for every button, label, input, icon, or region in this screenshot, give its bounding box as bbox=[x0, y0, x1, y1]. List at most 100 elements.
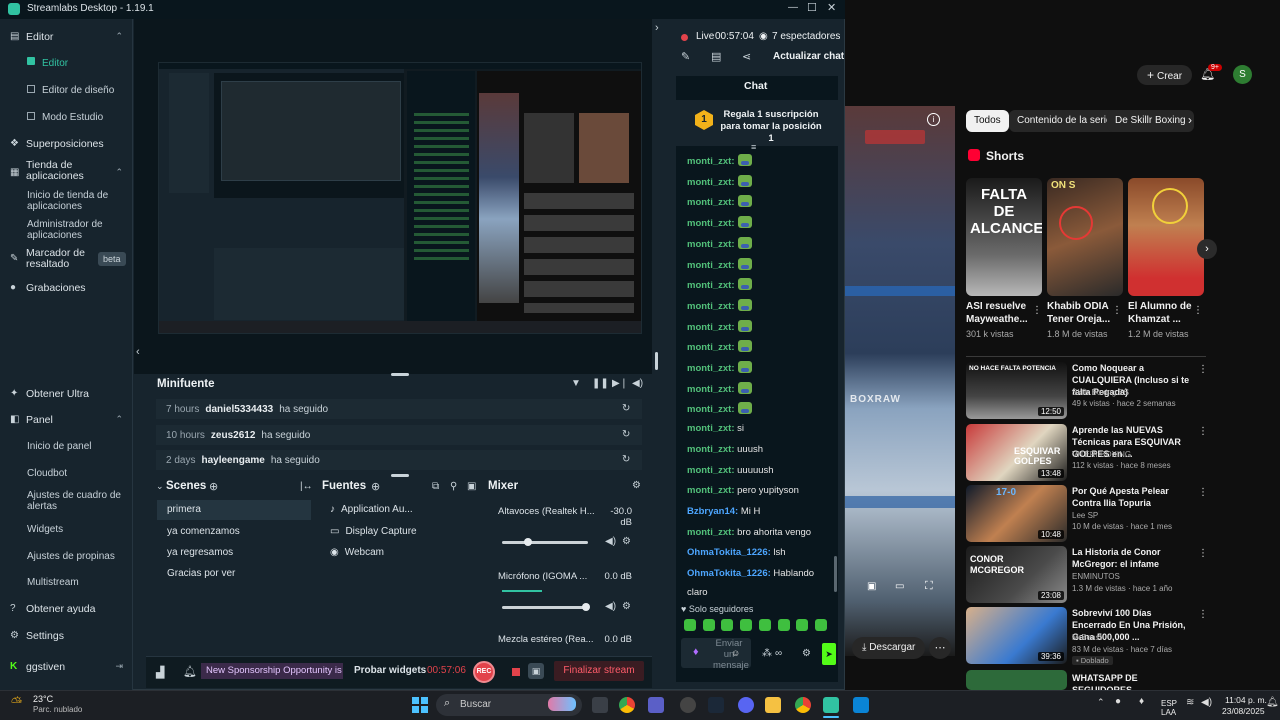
performance-icon[interactable]: ▟ bbox=[156, 666, 164, 679]
chip-series[interactable]: Contenido de la serie bbox=[1009, 110, 1120, 132]
discord-icon[interactable] bbox=[738, 697, 754, 713]
replay-icon[interactable]: ↻ bbox=[622, 403, 630, 414]
nav-app-manager[interactable]: Administrador de aplicaciones bbox=[27, 219, 131, 241]
chat-username[interactable]: monti_zxt: bbox=[687, 260, 735, 271]
end-stream-button[interactable]: Finalizar stream bbox=[554, 661, 644, 681]
share-icon[interactable]: ⋖ bbox=[742, 50, 751, 63]
short-title[interactable]: ASI resuelve Mayweathe... bbox=[966, 300, 1042, 326]
replay-icon[interactable]: ↻ bbox=[622, 429, 630, 440]
task-view-icon[interactable] bbox=[592, 697, 608, 713]
tray-overflow-icon[interactable]: ⌃ bbox=[1097, 697, 1105, 708]
video-more-icon[interactable]: ⋮ bbox=[1198, 426, 1208, 437]
chat-scrollbar[interactable] bbox=[834, 556, 837, 592]
video-thumbnail[interactable]: NO HACE FALTA POTENCIA 12:50 bbox=[966, 362, 1067, 419]
emote-icon[interactable] bbox=[777, 619, 790, 631]
streamlabs-taskbar-icon[interactable] bbox=[823, 697, 839, 713]
filter-icon[interactable]: ▼ bbox=[571, 378, 581, 389]
chat-username[interactable]: monti_zxt: bbox=[687, 485, 735, 496]
speaker-icon[interactable]: ◀︎) bbox=[605, 601, 616, 612]
stop-icon[interactable] bbox=[512, 668, 520, 676]
chat-username[interactable]: monti_zxt: bbox=[687, 239, 735, 250]
obs-icon[interactable] bbox=[680, 697, 696, 713]
language-primary[interactable]: ESP bbox=[1161, 699, 1177, 708]
skip-icon[interactable]: ▶❘ bbox=[612, 378, 628, 389]
theater-mode-icon[interactable]: ▭ bbox=[895, 581, 904, 592]
emote-icon[interactable] bbox=[721, 619, 734, 631]
speaker-icon[interactable]: ◀︎) bbox=[605, 536, 616, 547]
speaker-tray-icon[interactable]: ◀︎) bbox=[1201, 697, 1212, 708]
language-secondary[interactable]: LAA bbox=[1161, 708, 1176, 717]
chip-channel[interactable]: De Skillr Boxing bbox=[1107, 110, 1194, 132]
add-source-icon[interactable]: ⊕ bbox=[371, 480, 380, 493]
chat-username[interactable]: monti_zxt: bbox=[687, 384, 735, 395]
chip-all[interactable]: Todos bbox=[966, 110, 1009, 132]
video-more-icon[interactable]: ⋮ bbox=[1198, 609, 1208, 620]
gear-icon[interactable]: ⚙ bbox=[622, 601, 631, 612]
drag-handle[interactable] bbox=[391, 474, 409, 477]
weather-icon[interactable]: ⛅︎ bbox=[11, 694, 22, 711]
chevron-down-icon[interactable]: ⌄ bbox=[156, 481, 164, 492]
scene-item[interactable]: primera bbox=[157, 500, 311, 520]
source-group-icon[interactable]: ⧉ bbox=[432, 481, 439, 492]
volume-slider[interactable] bbox=[502, 603, 590, 611]
sponsorship-ticker[interactable]: New Sponsorship Opportunity is l bbox=[201, 663, 343, 679]
chat-username[interactable]: Bzbryan14: bbox=[687, 506, 738, 517]
gear-icon[interactable]: ⚙ bbox=[802, 648, 811, 659]
close-icon[interactable]: ✕ bbox=[827, 1, 836, 14]
video-channel[interactable]: Lee SP bbox=[1072, 511, 1098, 520]
chevron-left-icon[interactable]: ‹ bbox=[136, 346, 140, 358]
edit-stream-icon[interactable]: ✎ bbox=[681, 50, 690, 63]
scene-transitions-icon[interactable]: |↔ bbox=[300, 481, 313, 492]
chat-username[interactable]: monti_zxt: bbox=[687, 444, 735, 455]
resize-handle[interactable] bbox=[655, 352, 658, 370]
microphone-tray-icon[interactable]: ♦ bbox=[1139, 696, 1144, 707]
volume-icon[interactable]: ◀︎) bbox=[632, 378, 643, 389]
chat-username[interactable]: OhmaTokita_1226: bbox=[687, 568, 771, 579]
wifi-icon[interactable]: ≋ bbox=[1186, 697, 1194, 708]
short-more-icon[interactable]: ⋮ bbox=[1032, 305, 1042, 316]
file-explorer-icon[interactable] bbox=[765, 697, 781, 713]
nav-panel-home[interactable]: Inicio de panel bbox=[27, 441, 131, 452]
chat-username[interactable]: monti_zxt: bbox=[687, 301, 735, 312]
test-widgets-button[interactable]: Probar widgets bbox=[354, 665, 426, 676]
video-thumbnail[interactable]: ESQUIVAR GOLPES 13:48 bbox=[966, 424, 1067, 481]
video-channel[interactable]: Skillr Boxing ES bbox=[1072, 388, 1129, 397]
event-user[interactable]: hayleengame bbox=[201, 455, 264, 466]
microphone-icon[interactable]: ♦ bbox=[693, 646, 699, 658]
youtube-avatar[interactable]: S bbox=[1233, 65, 1252, 84]
replay-buffer-icon[interactable]: ▣ bbox=[528, 663, 544, 679]
emote-icon[interactable] bbox=[758, 619, 771, 631]
windows-start-icon[interactable] bbox=[412, 697, 428, 713]
short-more-icon[interactable]: ⋮ bbox=[1193, 305, 1203, 316]
nav-editor-main[interactable]: Editor bbox=[42, 58, 146, 69]
fullscreen-icon[interactable]: ⛶ bbox=[925, 580, 933, 593]
video-channel[interactable]: ENMINUTOS bbox=[1072, 572, 1120, 581]
pause-icon[interactable]: ❚❚ bbox=[592, 378, 609, 389]
notification-center-icon[interactable]: 🔔︎ bbox=[1266, 697, 1279, 708]
stream-preview[interactable] bbox=[158, 62, 642, 334]
network-tray-icon[interactable]: ● bbox=[1115, 696, 1121, 707]
emote-icon[interactable] bbox=[796, 619, 809, 631]
chat-username[interactable]: monti_zxt: bbox=[687, 342, 735, 353]
rec-button[interactable]: REC bbox=[473, 661, 495, 683]
nav-tips-settings[interactable]: Ajustes de propinas bbox=[27, 551, 131, 562]
add-scene-icon[interactable]: ⊕ bbox=[209, 480, 218, 493]
video-channel[interactable]: VITERI BOXING bbox=[1072, 450, 1131, 459]
volume-knob[interactable] bbox=[524, 538, 532, 546]
send-button[interactable]: ➤ bbox=[822, 643, 836, 665]
scene-item[interactable]: ya regresamos bbox=[157, 543, 311, 563]
video-thumbnail[interactable]: 39:36 bbox=[966, 607, 1067, 664]
gear-icon[interactable]: ⚙ bbox=[632, 480, 641, 491]
event-user[interactable]: zeus2612 bbox=[211, 430, 255, 441]
chat-username[interactable]: monti_zxt: bbox=[687, 218, 735, 229]
short-thumbnail[interactable]: FALTA DE ALCANCE bbox=[966, 178, 1042, 296]
kick-emote-icon[interactable]: ⁂ bbox=[762, 648, 772, 659]
emote-icon[interactable] bbox=[702, 619, 715, 631]
volume-slider[interactable] bbox=[502, 538, 588, 546]
nav-cloudbot[interactable]: Cloudbot bbox=[27, 468, 131, 479]
chat-username[interactable]: monti_zxt: bbox=[687, 197, 735, 208]
chat-username[interactable]: monti_zxt: bbox=[687, 363, 735, 374]
nav-multistream[interactable]: Multistream bbox=[27, 577, 131, 588]
nav-studio-mode[interactable]: Modo Estudio bbox=[42, 112, 146, 123]
chrome-icon[interactable] bbox=[619, 697, 635, 713]
